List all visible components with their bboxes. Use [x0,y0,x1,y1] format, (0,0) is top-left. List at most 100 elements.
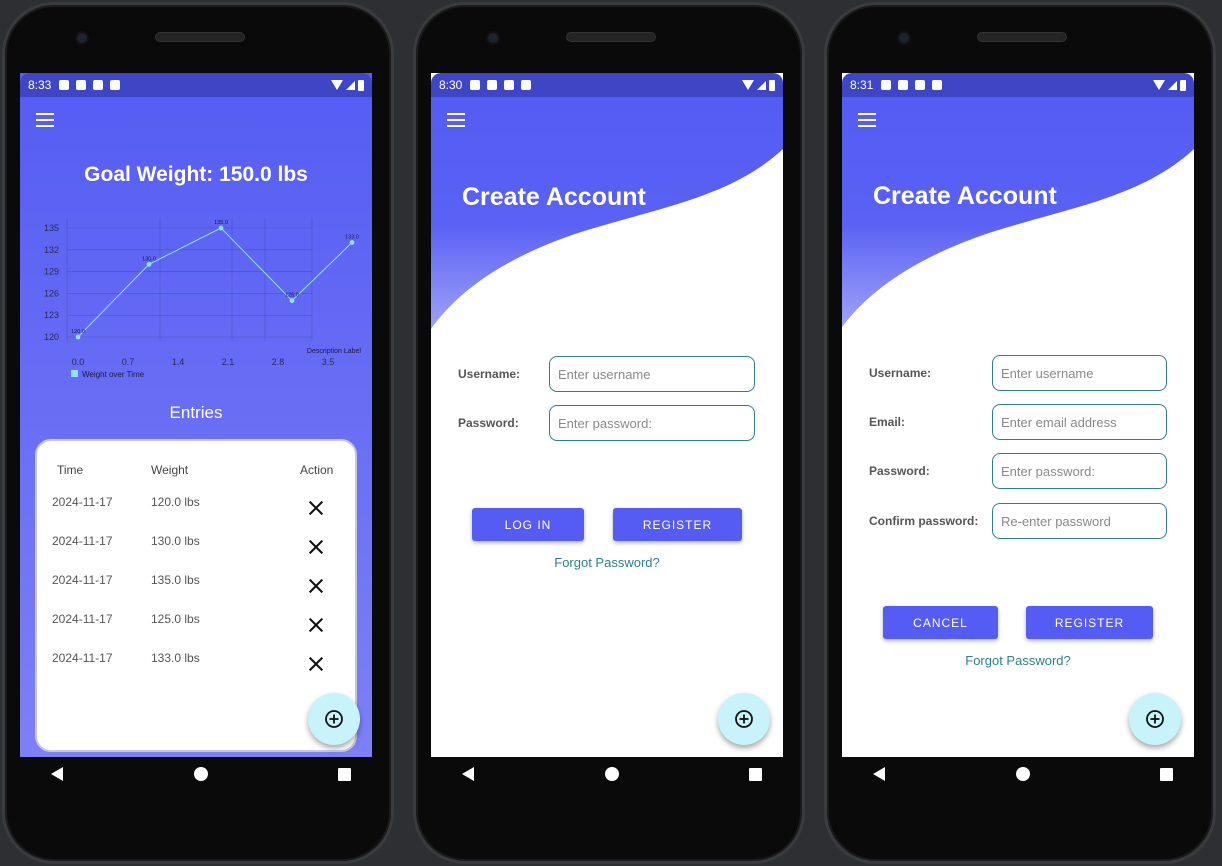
y-tick-label: 129 [44,267,59,277]
back-icon[interactable] [462,767,474,781]
header-wave [431,97,783,329]
table-row: 2024-11-17 130.0 lbs [37,534,359,573]
column-header-action: Action [300,463,334,477]
legend-label: Weight over Time [82,370,145,379]
username-input[interactable] [549,356,755,392]
menu-icon[interactable] [36,113,54,127]
password-input[interactable] [992,453,1167,489]
row-time: 2024-11-17 [52,495,113,509]
password-label: Password: [869,464,930,478]
phone-frame-3: 8:31 Create Account Username: Email: Pas… [824,2,1216,864]
shield-status-icon [93,80,104,90]
add-circle-icon [325,710,343,728]
y-tick-label: 135 [44,223,59,233]
status-bar: 8:31 [842,73,1194,97]
wifi-icon [1153,80,1165,90]
menu-icon[interactable] [858,113,876,127]
data-label: 130.0 [142,256,156,262]
shield-status-icon [504,80,515,90]
back-icon[interactable] [51,767,63,781]
x-tick-label: 3.5 [322,357,335,367]
add-circle-icon [735,710,753,728]
email-label: Email: [869,415,906,429]
shield-status-icon [915,80,926,90]
y-tick-label: 120 [44,332,59,342]
a-status-icon [898,80,909,90]
row-weight: 130.0 lbs [151,534,200,548]
delete-entry-icon[interactable] [305,614,327,636]
delete-entry-icon[interactable] [305,497,327,519]
add-button[interactable] [718,693,770,745]
speaker [155,32,245,42]
status-bar: 8:30 [431,73,783,97]
x-tick-label: 0.7 [122,357,135,367]
table-row: 2024-11-17 125.0 lbs [37,612,359,651]
username-label: Username: [458,367,521,381]
delete-entry-icon[interactable] [305,653,327,675]
a-status-icon [76,80,87,90]
camera [486,31,500,45]
goal-weight-title: Goal Weight: 150.0 lbs [84,163,308,186]
confirm-password-input[interactable] [992,503,1167,539]
cancel-button[interactable]: CANCEL [883,606,998,639]
email-input[interactable] [992,404,1167,440]
column-header-time: Time [57,463,84,477]
page-title: Create Account [462,183,646,211]
row-time: 2024-11-17 [52,612,113,626]
home-icon[interactable] [1015,767,1030,781]
username-label: Username: [869,366,932,380]
register-button[interactable]: REGISTER [1026,606,1153,639]
phone-frame-2: 8:30 Create Account Username: Password: … [413,2,805,864]
screen-login: 8:30 Create Account Username: Password: … [431,73,783,757]
username-input[interactable] [992,355,1167,391]
add-entry-button[interactable] [308,693,360,745]
password-input[interactable] [549,405,755,441]
home-icon[interactable] [193,767,208,781]
forgot-password-link[interactable]: Forgot Password? [928,653,1108,668]
delete-entry-icon[interactable] [305,575,327,597]
status-time: 8:31 [850,78,874,92]
column-header-weight: Weight [151,463,189,477]
add-button[interactable] [1129,693,1181,745]
back-icon[interactable] [873,767,885,781]
legend-swatch [71,370,78,377]
home-icon[interactable] [604,767,619,781]
data-label: 120.0 [71,329,85,335]
table-row: 2024-11-17 133.0 lbs [37,651,359,690]
weight-chart: 120 123 126 129 132 135 0.0 0.7 1.4 2.1 2.8 3.5 120.… [44,218,361,379]
recents-icon[interactable] [749,767,762,781]
register-button[interactable]: REGISTER [613,508,742,541]
camera [75,31,89,45]
table-row: 2024-11-17 120.0 lbs [37,495,359,534]
phone-frame-1: 8:33 Goal Weight: 150.0 lbs 120 123 126 129… [2,2,394,864]
status-time: 8:33 [28,78,52,92]
speaker [566,32,656,42]
data-point [349,240,355,245]
row-time: 2024-11-17 [52,651,113,665]
series-line [77,227,353,338]
row-weight: 133.0 lbs [151,651,200,665]
status-bar: 8:33 [20,73,372,97]
password-label: Password: [458,416,519,430]
status-time: 8:30 [439,78,463,92]
y-tick-label: 123 [44,310,59,320]
battery-icon [1180,79,1186,91]
forgot-password-link[interactable]: Forgot Password? [517,555,697,570]
row-weight: 135.0 lbs [151,573,200,587]
data-point [289,298,295,304]
recents-icon[interactable] [338,767,351,781]
x-tick-label: 2.8 [272,357,285,367]
row-time: 2024-11-17 [52,573,113,587]
recents-icon[interactable] [1160,767,1173,781]
y-tick-label: 126 [44,288,59,298]
menu-icon[interactable] [447,113,465,127]
sd-card-status-icon [521,80,532,90]
delete-entry-icon[interactable] [305,536,327,558]
row-weight: 120.0 lbs [151,495,200,509]
login-button[interactable]: LOG IN [472,508,584,541]
y-tick-label: 132 [44,245,59,255]
header-wave [842,97,1194,327]
row-time: 2024-11-17 [52,534,113,548]
signal-icon [346,80,355,90]
system-nav-bar [873,767,1173,781]
